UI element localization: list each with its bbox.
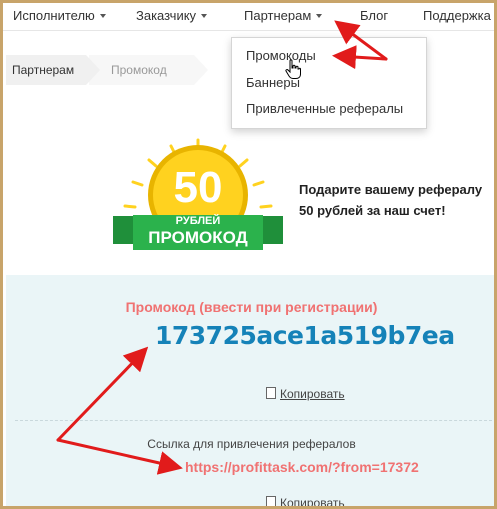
copy-promo-code-button[interactable]: Копировать — [263, 387, 345, 402]
dropdown-item-referrals[interactable]: Привлеченные рефералы — [246, 101, 403, 116]
breadcrumb-partners[interactable]: Партнерам — [6, 55, 100, 85]
nav-item-label: Поддержка — [423, 8, 491, 23]
nav-item-label: Исполнителю — [13, 8, 95, 23]
panel-divider — [15, 420, 494, 421]
nav-item-label: Блог — [360, 8, 389, 23]
promo-line-1: Подарите вашему рефералу — [299, 182, 483, 197]
top-navigation: Исполнителю Заказчику Партнерам Блог Под… — [3, 3, 494, 31]
copy-label: Копировать — [280, 496, 345, 509]
breadcrumb-current: Промокод — [89, 55, 208, 85]
breadcrumb: Промокод Партнерам — [6, 55, 208, 85]
page-frame: Исполнителю Заказчику Партнерам Блог Под… — [0, 0, 497, 509]
promo-headline: Подарите вашему рефералу 50 рублей за на… — [299, 179, 494, 221]
referral-link[interactable]: https://profittask.com/?from=17372 — [185, 459, 419, 475]
promo-badge: 50 РУБЛЕЙ ПРОМОКОД — [113, 138, 283, 250]
nav-item-performer[interactable]: Исполнителю — [13, 8, 106, 23]
chevron-down-icon — [201, 13, 208, 18]
coin-amount: 50 — [174, 163, 223, 212]
hand-cursor-icon — [285, 59, 301, 79]
dropdown-item-promocodes[interactable]: Промокоды — [246, 48, 316, 63]
partners-dropdown-menu: Промокоды Баннеры Привлеченные рефералы — [231, 37, 427, 129]
nav-item-partners[interactable]: Партнерам — [244, 8, 323, 23]
nav-item-support[interactable]: Поддержка — [423, 8, 491, 23]
referral-link-label: Ссылка для привлечения рефералов — [147, 437, 356, 451]
copy-icon — [263, 387, 276, 402]
chevron-down-icon — [99, 13, 106, 18]
copy-referral-link-button[interactable]: Копировать — [263, 496, 345, 509]
copy-label: Копировать — [280, 387, 345, 401]
promo-code-value[interactable]: 173725ace1a519b7ea — [155, 321, 475, 350]
promo-line-2: 50 рублей за наш счет! — [299, 203, 446, 218]
promo-code-title: Промокод (ввести при регистрации) — [125, 299, 378, 315]
nav-item-label: Заказчику — [136, 8, 197, 23]
coin-currency: РУБЛЕЙ — [176, 214, 221, 227]
chevron-down-icon — [316, 13, 323, 18]
ribbon-label: ПРОМОКОД — [148, 228, 247, 247]
nav-item-customer[interactable]: Заказчику — [136, 8, 208, 23]
nav-item-label: Партнерам — [244, 8, 312, 23]
copy-icon — [263, 496, 276, 506]
nav-item-blog[interactable]: Блог — [360, 8, 388, 23]
